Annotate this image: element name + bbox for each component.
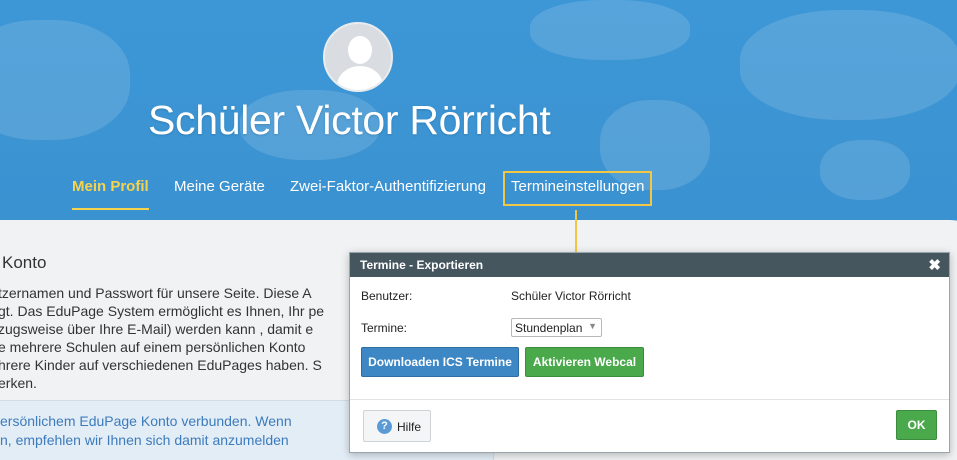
world-map-shape [740, 10, 957, 120]
world-map-shape [530, 0, 690, 60]
text-line: gt. Das EduPage System ermöglicht es Ihn… [0, 303, 325, 319]
info-line: ersönlichem EduPage Konto verbunden. Wen… [0, 413, 292, 429]
avatar[interactable] [323, 22, 393, 92]
text-line: e mehrere Schulen auf einem persönlichen… [0, 339, 306, 355]
chevron-down-icon: ▼ [588, 321, 597, 331]
termine-select[interactable]: Stundenplan ▼ [511, 318, 602, 337]
text-line: zugsweise über Ihre E-Mail) werden kann … [0, 321, 314, 337]
info-line: n, empfehlen wir Ihnen sich damit anzume… [0, 432, 289, 448]
tab-highlight-box [503, 171, 652, 206]
dialog-divider [350, 399, 949, 400]
download-ics-button[interactable]: Downloaden ICS Termine [361, 347, 519, 377]
termine-selected-value: Stundenplan [515, 321, 583, 335]
help-button[interactable]: ? Hilfe [363, 410, 431, 442]
activate-webcal-button[interactable]: Aktivieren Webcal [525, 347, 644, 377]
tab-mein-profil[interactable]: Mein Profil [72, 178, 149, 210]
avatar-head-shape [348, 36, 372, 64]
tab-meine-geraete[interactable]: Meine Geräte [174, 178, 265, 195]
ok-button[interactable]: OK [896, 410, 937, 440]
pointer-arrow-line [575, 210, 577, 258]
dialog-title: Termine - Exportieren [360, 258, 484, 272]
text-line: hrere Kinder auf verschiedenen EduPages … [0, 357, 322, 373]
avatar-body-shape [337, 66, 383, 90]
help-label: Hilfe [397, 420, 422, 434]
tab-zwei-faktor[interactable]: Zwei-Faktor-Authentifizierung [290, 178, 486, 195]
text-line: erken. [0, 375, 37, 391]
section-text: tzernamen und Passwort für unsere Seite.… [0, 284, 360, 392]
close-icon[interactable]: ✖ [928, 256, 941, 274]
export-dialog: Termine - Exportieren ✖ Benutzer: Schüle… [349, 252, 950, 453]
world-map-shape [0, 20, 130, 140]
world-map-shape [820, 140, 910, 200]
info-text: ersönlichem EduPage Konto verbunden. Wen… [0, 412, 292, 450]
dialog-header: Termine - Exportieren ✖ [350, 253, 949, 277]
user-value: Schüler Victor Rörricht [511, 289, 631, 303]
text-line: tzernamen und Passwort für unsere Seite.… [0, 285, 312, 301]
section-title: Konto [2, 253, 47, 272]
question-icon: ? [377, 419, 392, 434]
page-title: Schüler Victor Rörricht [148, 97, 551, 143]
user-label: Benutzer: [361, 289, 413, 303]
termine-label: Termine: [361, 321, 408, 335]
